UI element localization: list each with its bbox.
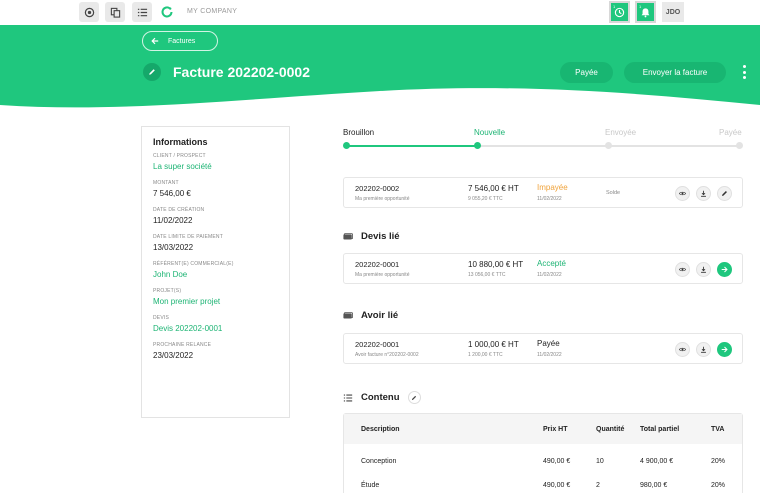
bell-badge: 1 — [639, 4, 642, 9]
project-link[interactable]: Mon premier projet — [153, 297, 278, 306]
bell-icon — [641, 7, 650, 17]
page-title: Facture 202202-0002 — [173, 64, 310, 80]
status-badge: Payée — [537, 339, 560, 348]
eye-icon — [679, 191, 686, 196]
avoir-row: 202202-0001 Avoir facture n°202202-0002 … — [343, 333, 743, 364]
status-paid-button[interactable]: Payée — [560, 62, 613, 83]
info-field-client: CLIENT / PROSPECT La super société — [153, 153, 278, 171]
arrow-right-icon — [721, 346, 728, 353]
copy-icon — [110, 7, 120, 18]
info-field-project: PROJET(S) Mon premier projet — [153, 288, 278, 306]
client-link[interactable]: La super société — [153, 162, 278, 171]
info-field-created: DATE DE CRÉATION 11/02/2022 — [153, 207, 205, 225]
money-icon — [343, 232, 353, 242]
referent-link[interactable]: John Doe — [153, 270, 278, 279]
step-dot-brouillon — [343, 142, 350, 149]
eye-icon — [679, 267, 686, 272]
clock-button[interactable]: 1 — [609, 1, 630, 23]
view-button[interactable] — [675, 262, 690, 277]
status-badge: Accepté — [537, 259, 566, 268]
info-field-amount: MONTANT 7 546,00 € — [153, 180, 191, 198]
list-icon — [343, 393, 353, 403]
info-title: Informations — [153, 137, 208, 147]
money-icon — [343, 311, 353, 321]
back-label: Factures — [168, 37, 196, 45]
devis-section-header: Devis lié — [343, 231, 400, 242]
view-button[interactable] — [675, 186, 690, 201]
arrow-left-icon — [151, 37, 159, 45]
download-icon — [701, 346, 706, 353]
open-devis-button[interactable] — [717, 262, 732, 277]
download-icon — [701, 190, 706, 197]
view-button[interactable] — [675, 342, 690, 357]
clock-icon — [614, 7, 625, 17]
pencil-icon — [722, 191, 727, 196]
eye-icon — [679, 347, 686, 352]
user-avatar[interactable]: JDO — [662, 2, 684, 22]
devis-row: 202202-0001 Ma première opportunité 10 8… — [343, 253, 743, 284]
send-invoice-button[interactable]: Envoyer la facture — [624, 62, 726, 83]
step-dot-nouvelle — [474, 142, 481, 149]
info-field-referent: RÉFÉRENT(E) COMMERCIAL(E) John Doe — [153, 261, 278, 279]
top-bar: MY COMPANY 1 1 JDO — [0, 0, 760, 25]
table-header: Description Prix HT Quantité Total parti… — [344, 414, 742, 444]
download-icon — [701, 266, 706, 273]
more-menu-icon[interactable] — [741, 65, 747, 79]
info-field-reminder: PROCHAINE RELANCE 23/03/2022 — [153, 342, 212, 360]
pencil-icon — [411, 395, 417, 400]
step-nouvelle: Nouvelle — [474, 128, 506, 137]
edit-content-button[interactable] — [407, 391, 421, 404]
invoice-row: 202202-0002 Ma première opportunité 7 54… — [343, 177, 743, 208]
step-envoyee: Envoyée — [605, 128, 637, 137]
pencil-icon — [149, 69, 155, 75]
arrow-right-icon — [721, 266, 728, 273]
content-table: Description Prix HT Quantité Total parti… — [343, 413, 743, 493]
back-to-invoices-button[interactable]: Factures — [142, 31, 218, 51]
target-button[interactable] — [79, 2, 99, 22]
devis-link[interactable]: Devis 202202-0001 — [153, 324, 278, 333]
step-payee: Payée — [719, 128, 742, 137]
info-field-devis: DEVIS Devis 202202-0001 — [153, 315, 278, 333]
step-brouillon: Brouillon — [343, 128, 375, 137]
download-button[interactable] — [696, 186, 711, 201]
avoir-section-header: Avoir lié — [343, 310, 398, 321]
status-stepper: Brouillon Nouvelle Envoyée Payée — [343, 128, 743, 152]
info-field-due: DATE LIMITE DE PAIEMENT 13/03/2022 — [153, 234, 223, 252]
edit-title-button[interactable] — [143, 63, 161, 81]
edit-invoice-button[interactable] — [717, 186, 732, 201]
step-line-done — [346, 145, 478, 147]
clock-badge: 1 — [613, 4, 616, 9]
open-avoir-button[interactable] — [717, 342, 732, 357]
status-badge: Impayée — [537, 183, 568, 192]
refresh-logo-icon — [161, 6, 173, 18]
contenu-section-header: Contenu — [343, 391, 421, 404]
info-card: Informations CLIENT / PROSPECT La super … — [141, 126, 290, 418]
company-name: MY COMPANY — [187, 8, 238, 15]
bell-button[interactable]: 1 — [635, 1, 656, 23]
step-dot-envoyee — [605, 142, 612, 149]
list-button[interactable] — [132, 2, 152, 22]
step-dot-payee — [736, 142, 743, 149]
download-button[interactable] — [696, 342, 711, 357]
target-icon — [84, 7, 94, 17]
download-button[interactable] — [696, 262, 711, 277]
list-icon — [137, 8, 147, 16]
copy-button[interactable] — [105, 2, 125, 22]
